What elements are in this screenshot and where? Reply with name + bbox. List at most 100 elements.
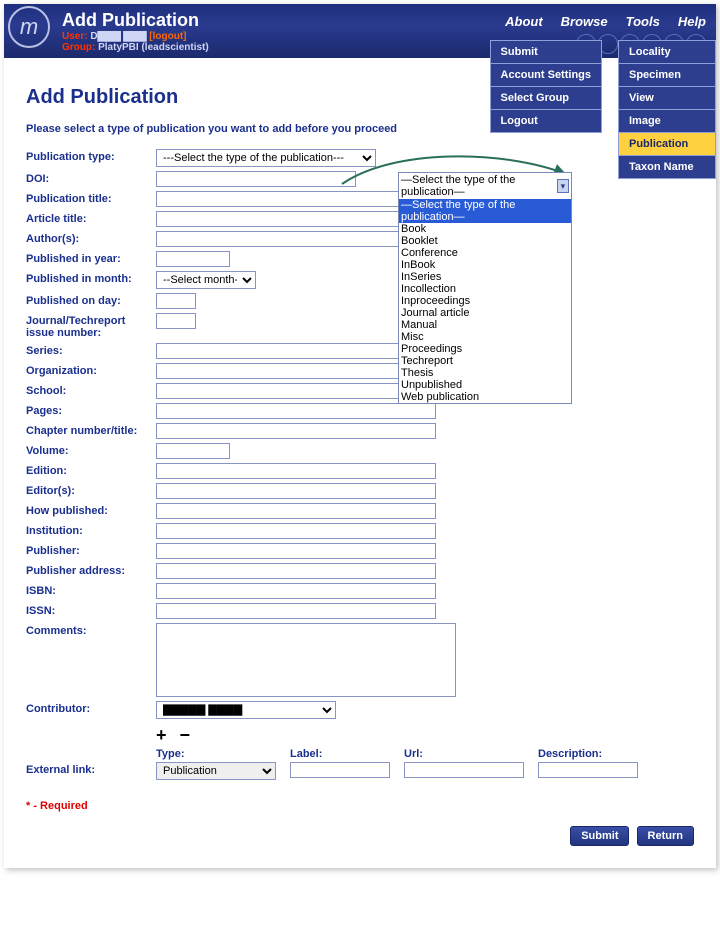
ext-label-input[interactable] [290, 762, 390, 778]
pubaddr-label: Publisher address: [26, 563, 156, 577]
ext-url-input[interactable] [404, 762, 524, 778]
menu-select-group[interactable]: Select Group [491, 87, 601, 110]
article-title-input[interactable] [156, 211, 436, 227]
menu-view[interactable]: View [619, 87, 715, 110]
how-published-input[interactable] [156, 503, 436, 519]
org-label: Organization: [26, 363, 156, 377]
menu-logout[interactable]: Logout [491, 110, 601, 132]
nav-browse[interactable]: Browse [561, 14, 608, 29]
add-remove-external-link[interactable]: + − [156, 725, 694, 746]
issn-input[interactable] [156, 603, 436, 619]
dd-option[interactable]: Proceedings [399, 343, 571, 355]
dd-option[interactable]: Misc [399, 331, 571, 343]
ext-type-select[interactable]: Publication [156, 762, 276, 780]
dd-option[interactable]: Incollection [399, 283, 571, 295]
dd-header-text: —Select the type of the publication— [401, 174, 557, 198]
dd-option[interactable]: Thesis [399, 367, 571, 379]
app-logo: m [8, 6, 50, 48]
issue-input[interactable] [156, 313, 196, 329]
page-body: Add Publication Please select a type of … [4, 58, 716, 868]
submit-button[interactable]: Submit [570, 826, 629, 846]
dd-option[interactable]: Book [399, 223, 571, 235]
publisher-label: Publisher: [26, 543, 156, 557]
help-submenu: Locality Specimen View Image Publication… [618, 40, 716, 179]
month-select[interactable]: --Select month-- [156, 271, 256, 289]
publication-type-select[interactable]: ---Select the type of the publication--- [156, 149, 376, 167]
menu-publication[interactable]: Publication [619, 133, 715, 156]
nav-about[interactable]: About [505, 14, 543, 29]
top-nav: About Browse Tools Help [505, 14, 706, 29]
ext-desc-label: Description: [538, 748, 638, 760]
chevron-down-icon[interactable]: ▾ [557, 179, 569, 193]
institution-input[interactable] [156, 523, 436, 539]
series-label: Series: [26, 343, 156, 357]
chapter-label: Chapter number/title: [26, 423, 156, 437]
volume-label: Volume: [26, 443, 156, 457]
dd-option[interactable]: Inproceedings [399, 295, 571, 307]
menu-account-settings[interactable]: Account Settings [491, 64, 601, 87]
menu-locality[interactable]: Locality [619, 41, 715, 64]
publication-type-dropdown-open[interactable]: —Select the type of the publication— ▾ —… [398, 172, 572, 404]
ext-desc-input[interactable] [538, 762, 638, 778]
edition-label: Edition: [26, 463, 156, 477]
issn-label: ISSN: [26, 603, 156, 617]
editors-label: Editor(s): [26, 483, 156, 497]
comments-textarea[interactable] [156, 623, 456, 697]
publisher-address-input[interactable] [156, 563, 436, 579]
contributor-select[interactable]: ▇▇▇▇▇ ▇▇▇▇ [156, 701, 336, 719]
tools-submenu: Submit Account Settings Select Group Log… [490, 40, 602, 133]
publication-title-input[interactable] [156, 191, 436, 207]
dd-option[interactable]: InBook [399, 259, 571, 271]
how-label: How published: [26, 503, 156, 517]
dd-option[interactable]: Manual [399, 319, 571, 331]
dd-option[interactable]: Conference [399, 247, 571, 259]
pubtitle-label: Publication title: [26, 191, 156, 205]
doi-input[interactable] [156, 171, 356, 187]
pages-input[interactable] [156, 403, 436, 419]
school-input[interactable] [156, 383, 436, 399]
editors-input[interactable] [156, 483, 436, 499]
dd-option[interactable]: Techreport [399, 355, 571, 367]
contributor-label: Contributor: [26, 701, 156, 715]
menu-taxon-name[interactable]: Taxon Name [619, 156, 715, 178]
isbn-input[interactable] [156, 583, 436, 599]
issue-label: Journal/Techreport issue number: [26, 313, 156, 339]
ext-url-label: Url: [404, 748, 524, 760]
ext-type-label: Type: [156, 748, 276, 760]
edition-input[interactable] [156, 463, 436, 479]
day-input[interactable] [156, 293, 196, 309]
publisher-input[interactable] [156, 543, 436, 559]
dd-option-selected[interactable]: —Select the type of the publication— [399, 199, 571, 223]
pages-label: Pages: [26, 403, 156, 417]
series-input[interactable] [156, 343, 436, 359]
authors-label: Author(s): [26, 231, 156, 245]
year-label: Published in year: [26, 251, 156, 265]
dd-option[interactable]: Booklet [399, 235, 571, 247]
return-button[interactable]: Return [637, 826, 694, 846]
dd-option[interactable]: InSeries [399, 271, 571, 283]
isbn-label: ISBN: [26, 583, 156, 597]
required-note: * - Required [26, 800, 694, 812]
group-label: Group: [62, 42, 95, 53]
dd-option[interactable]: Journal article [399, 307, 571, 319]
organization-input[interactable] [156, 363, 436, 379]
dd-option[interactable]: Web publication [399, 391, 571, 403]
comments-label: Comments: [26, 623, 156, 637]
menu-image[interactable]: Image [619, 110, 715, 133]
external-link-label: External link: [26, 764, 95, 776]
user-value: D▇▇▇ ▇▇▇ [90, 31, 146, 42]
authors-input[interactable] [156, 231, 436, 247]
logout-link[interactable]: [logout] [149, 31, 186, 42]
year-input[interactable] [156, 251, 230, 267]
menu-specimen[interactable]: Specimen [619, 64, 715, 87]
day-label: Published on day: [26, 293, 156, 307]
dd-option[interactable]: Unpublished [399, 379, 571, 391]
volume-input[interactable] [156, 443, 230, 459]
month-label: Published in month: [26, 271, 156, 285]
pubtype-label: Publication type: [26, 149, 156, 163]
menu-submit[interactable]: Submit [491, 41, 601, 64]
nav-help[interactable]: Help [678, 14, 706, 29]
chapter-input[interactable] [156, 423, 436, 439]
ext-label-label: Label: [290, 748, 390, 760]
nav-tools[interactable]: Tools [626, 14, 660, 29]
